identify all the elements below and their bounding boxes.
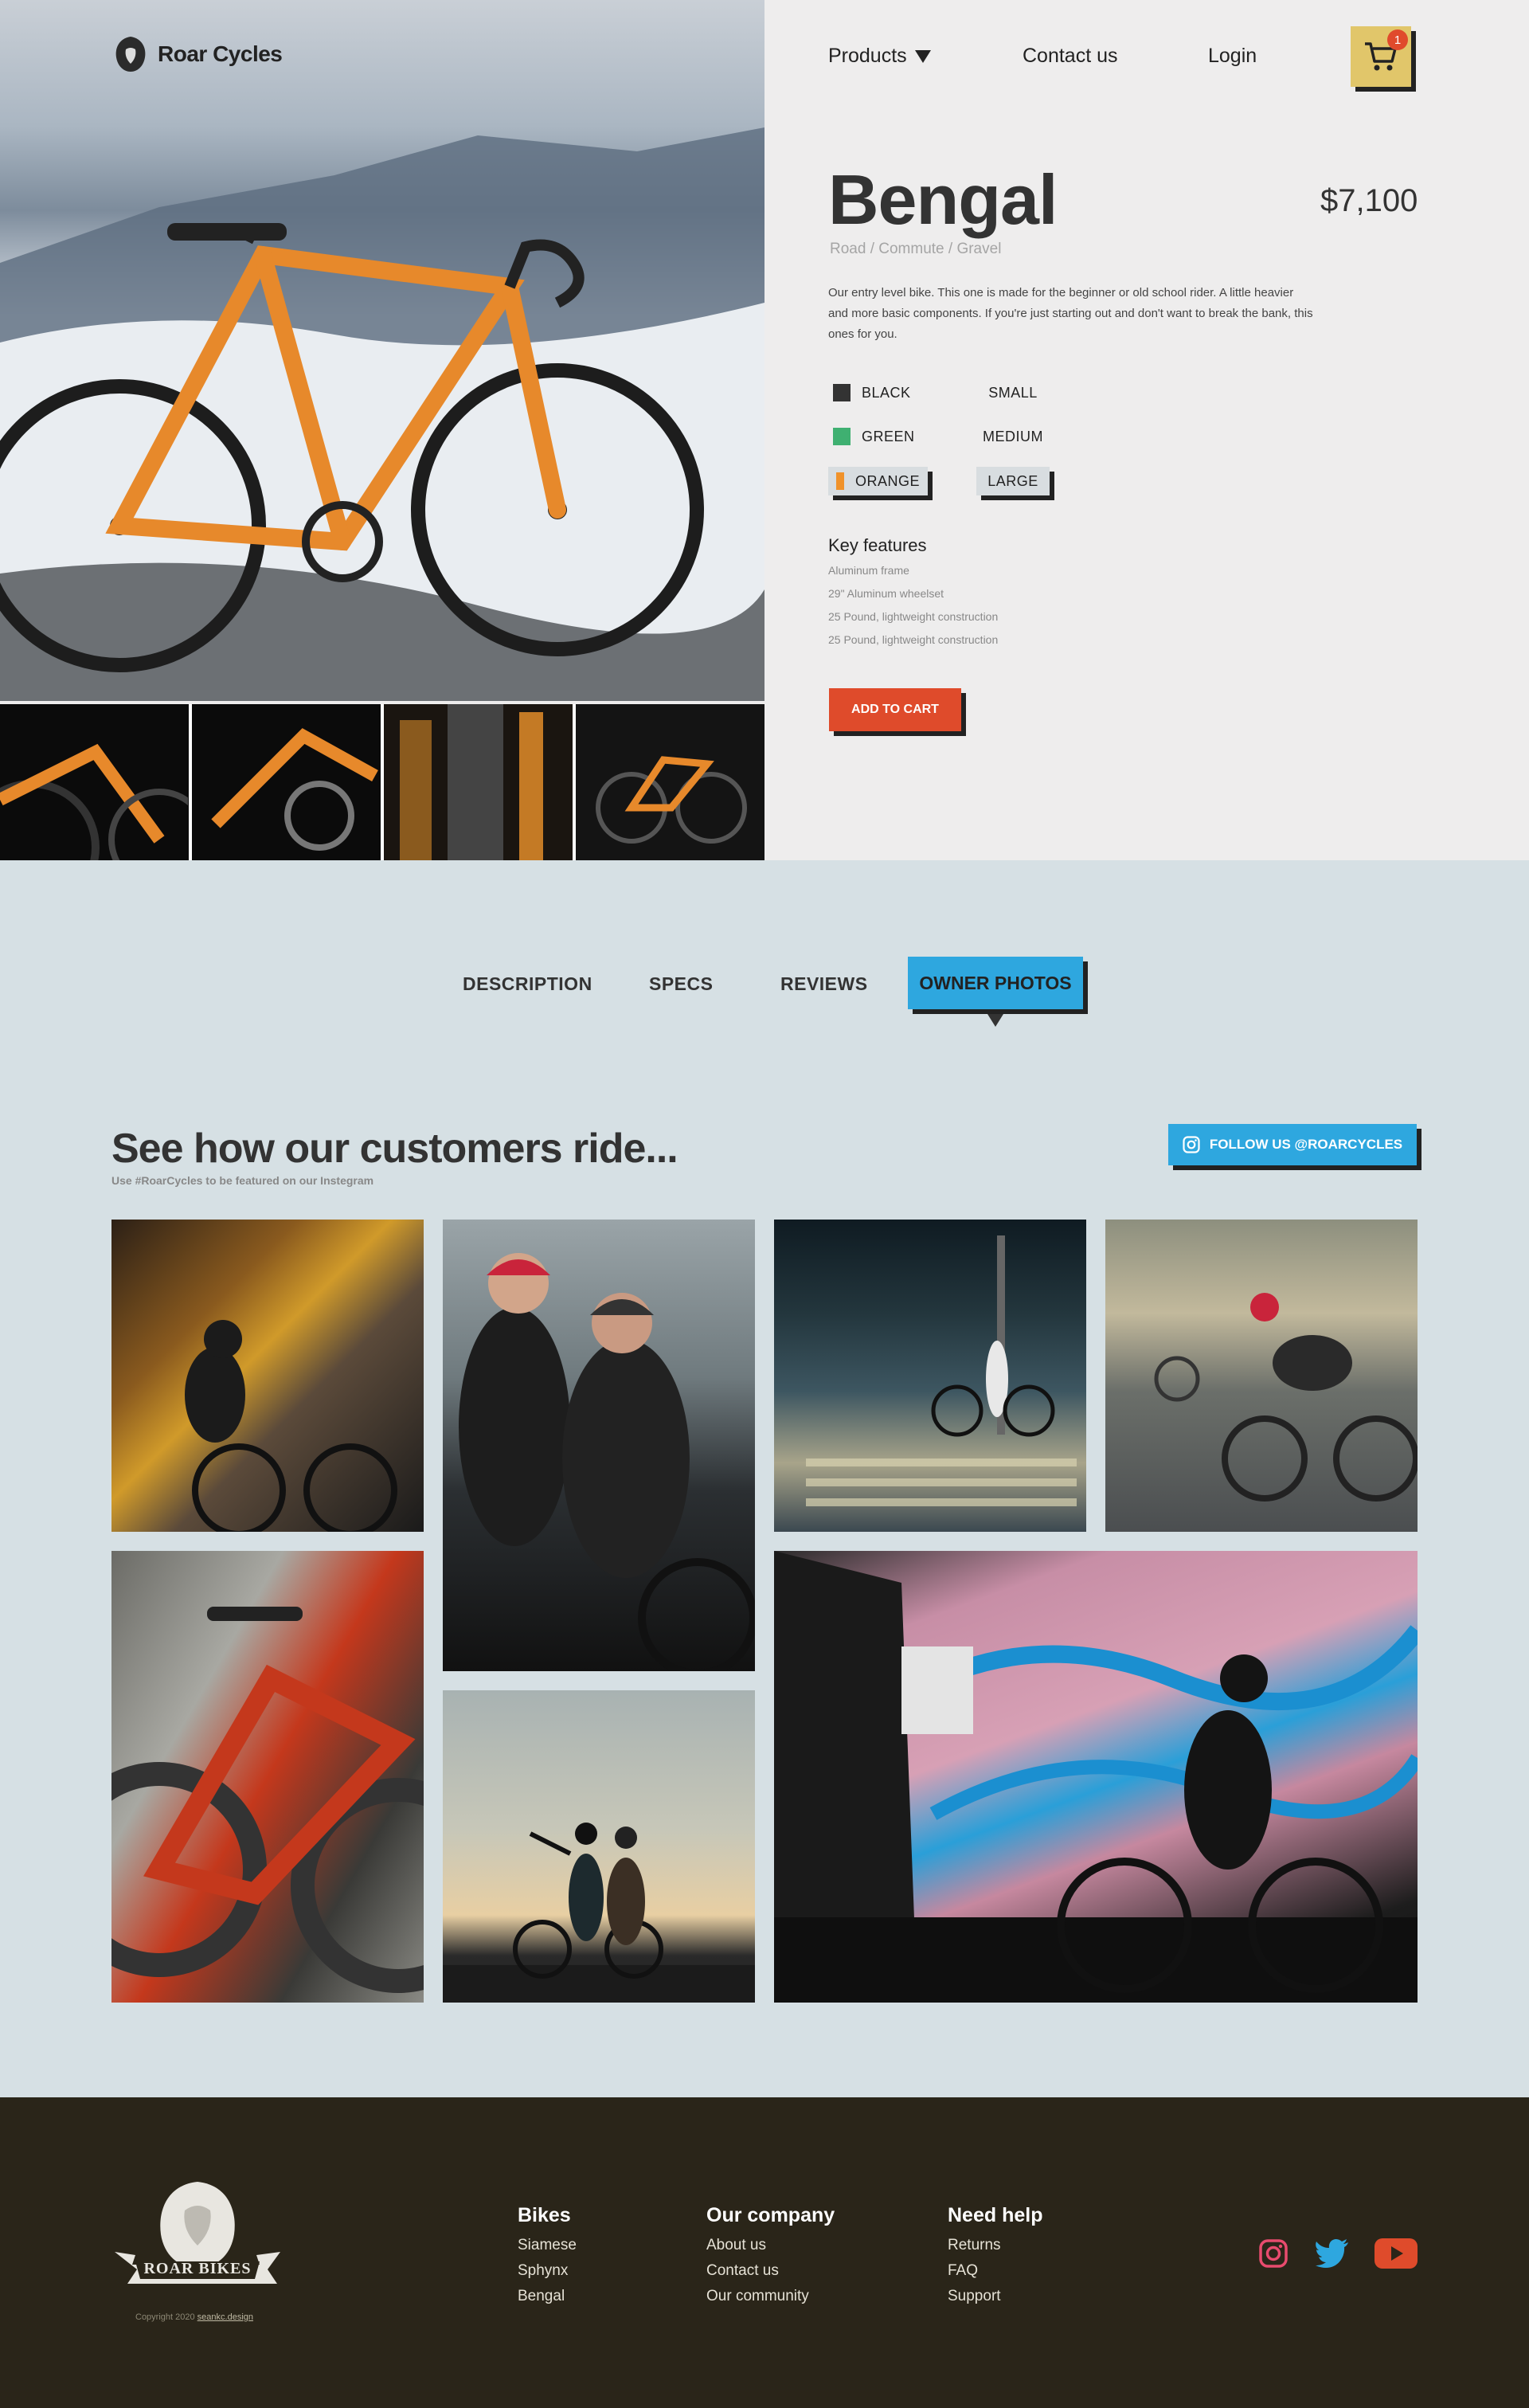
nav-contact[interactable]: Contact us <box>1023 45 1118 68</box>
color-option-black[interactable]: BLACK <box>833 378 933 407</box>
lion-icon <box>115 37 146 72</box>
brand-logo[interactable]: Roar Cycles <box>113 35 283 73</box>
owner-photo-sunset-silhouette[interactable] <box>443 1690 755 2003</box>
product-description: Our entry level bike. This one is made f… <box>828 286 1313 341</box>
color-option-label: BLACK <box>862 384 911 401</box>
product-categories: Road / Commute / Gravel <box>830 241 1002 257</box>
thumbnail-strip <box>0 704 764 860</box>
cart-count-badge: 1 <box>1387 29 1408 50</box>
footer-twitter-link[interactable] <box>1316 2238 1349 2273</box>
nav-login[interactable]: Login <box>1208 45 1257 68</box>
active-tab-pointer <box>987 1014 1003 1027</box>
footer-link-returns[interactable]: Returns <box>948 2237 1001 2254</box>
bike-illustration <box>0 127 764 701</box>
owner-photo-red-bike[interactable] <box>111 1551 424 2003</box>
color-swatch <box>833 428 851 445</box>
key-feature-item: 25 Pound, lightweight construction <box>828 610 999 623</box>
footer-col-help-title: Need help <box>948 2204 1043 2226</box>
color-swatch <box>833 384 851 401</box>
footer-link-community[interactable]: Our community <box>706 2288 809 2305</box>
owner-photo-two-cyclists[interactable] <box>443 1220 755 1671</box>
copyright-text: Copyright 2020 <box>135 2312 195 2322</box>
footer-logo[interactable]: ROAR BIKES <box>111 2179 284 2294</box>
color-option-label: GREEN <box>862 428 915 444</box>
footer-link-contact[interactable]: Contact us <box>706 2262 779 2280</box>
key-feature-item: Aluminum frame <box>828 564 909 577</box>
twitter-icon <box>1316 2239 1348 2268</box>
size-option-large[interactable]: LARGE <box>976 467 1050 495</box>
nav-products-label: Products <box>828 45 907 67</box>
follow-button-label: FOLLOW US @ROARCYCLES <box>1209 1137 1403 1152</box>
color-option-green[interactable]: GREEN <box>833 422 933 451</box>
size-option-medium[interactable]: MEDIUM <box>976 422 1050 451</box>
nav-products[interactable]: Products <box>828 45 931 68</box>
product-price: $7,100 <box>1320 183 1418 218</box>
thumbnail-4[interactable] <box>576 704 764 860</box>
thumbnail-2[interactable] <box>192 704 381 860</box>
instagram-icon <box>1183 1136 1200 1153</box>
footer-link-support[interactable]: Support <box>948 2288 1001 2305</box>
cart-button[interactable]: 1 <box>1351 26 1411 87</box>
tab-specs[interactable]: SPECS <box>649 973 713 995</box>
color-option-label: ORANGE <box>854 472 920 489</box>
key-feature-item: 29" Aluminum wheelset <box>828 587 944 600</box>
owner-photos-subtitle: Use #RoarCycles to be featured on our In… <box>111 1174 374 1187</box>
copyright: Copyright 2020 seankc.design <box>135 2312 253 2322</box>
key-feature-item: 25 Pound, lightweight construction <box>828 633 999 646</box>
tab-reviews[interactable]: REVIEWS <box>780 973 868 995</box>
owner-photos-title: See how our customers ride... <box>111 1126 678 1172</box>
owner-photo-crosswalk[interactable] <box>774 1220 1086 1532</box>
tab-description[interactable]: DESCRIPTION <box>463 973 592 995</box>
color-option-orange[interactable]: ORANGE <box>828 467 928 495</box>
footer-col-company-title: Our company <box>706 2204 835 2226</box>
youtube-icon <box>1375 2238 1418 2269</box>
footer-instagram-link[interactable] <box>1258 2238 1289 2273</box>
thumbnail-3[interactable] <box>384 704 573 860</box>
tab-owner-photos[interactable]: OWNER PHOTOS <box>908 957 1083 1009</box>
designer-link[interactable]: seankc.design <box>197 2312 253 2322</box>
footer-youtube-link[interactable] <box>1375 2238 1418 2273</box>
footer-link-sphynx[interactable]: Sphynx <box>518 2262 568 2280</box>
footer-link-about[interactable]: About us <box>706 2237 766 2254</box>
footer-link-faq[interactable]: FAQ <box>948 2262 978 2280</box>
owner-photo-road-cyclists[interactable] <box>1105 1220 1418 1532</box>
color-swatch <box>836 472 844 490</box>
instagram-icon <box>1259 2239 1288 2268</box>
product-hero: Roar Cycles Products Contact us Login 1 … <box>0 0 1529 860</box>
follow-instagram-button[interactable]: FOLLOW US @ROARCYCLES <box>1168 1124 1417 1165</box>
footer-link-bengal[interactable]: Bengal <box>518 2288 565 2305</box>
add-to-cart-button[interactable]: ADD TO CART <box>829 688 961 731</box>
main-product-image <box>0 0 764 701</box>
thumbnail-1[interactable] <box>0 704 189 860</box>
footer-link-siamese[interactable]: Siamese <box>518 2237 577 2254</box>
footer-logo-text: ROAR BIKES <box>143 2260 252 2277</box>
key-features-title: Key features <box>828 535 927 555</box>
footer-col-bikes-title: Bikes <box>518 2204 571 2226</box>
owner-photo-graffiti-wall-rider[interactable] <box>774 1551 1418 2003</box>
brand-name: Roar Cycles <box>158 41 283 66</box>
owner-photo-graffiti-rider[interactable] <box>111 1220 424 1532</box>
product-title: Bengal <box>828 160 1058 239</box>
size-option-small[interactable]: SMALL <box>976 378 1050 407</box>
caret-down-icon <box>914 49 931 63</box>
